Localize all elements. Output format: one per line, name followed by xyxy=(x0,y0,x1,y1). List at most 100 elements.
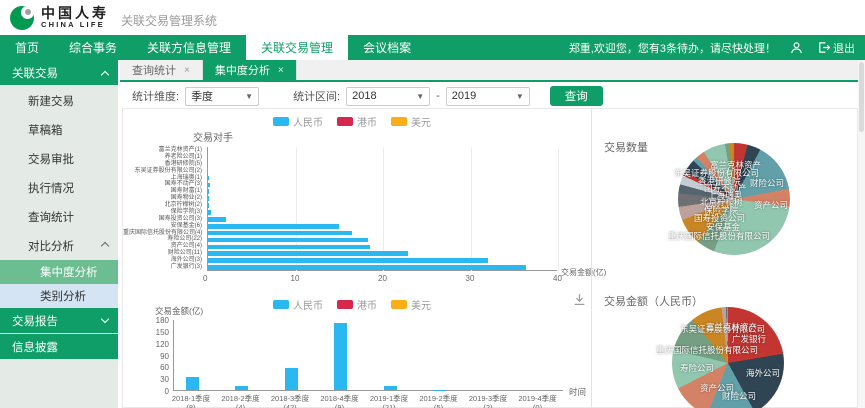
sidebar-item-集中度分析[interactable]: 集中度分析 xyxy=(0,260,118,284)
nav-right: 郑重,欢迎您，您有3条待办，请尽快处理！ 退出 xyxy=(569,35,865,60)
range-to-select[interactable]: 2019 ▼ xyxy=(446,87,530,106)
pie-chart-transaction-count[interactable]: 富兰克林资产东吴证券股份有限公司香港研修院国寿不动产上海瑞奥北京柠檬树保险学院国… xyxy=(678,143,790,255)
hbar-xtick: 10 xyxy=(291,274,300,283)
scrollbar[interactable] xyxy=(858,60,865,408)
sidebar-item-对比分析[interactable]: 对比分析 xyxy=(0,231,118,260)
legend-item-人民币[interactable]: 人民币 xyxy=(273,297,323,312)
app-header: 中国人寿 CHINA LIFE 关联交易管理系统 xyxy=(0,0,865,35)
vbar-category: 2019-1季度(21) xyxy=(361,394,417,408)
tab-查询统计[interactable]: 查询统计 × xyxy=(120,60,203,80)
pie-label-海外公司: 海外公司 xyxy=(746,367,780,379)
pie-label-寿险公司: 寿险公司 xyxy=(680,362,714,374)
vbar-bar-2018-1季度[interactable] xyxy=(186,377,199,390)
vbar-category: 2018-1季度(8) xyxy=(163,394,219,408)
dimension-select[interactable]: 季度▼ xyxy=(185,87,259,106)
logout-button[interactable]: 退出 xyxy=(817,40,855,56)
sidebar-item-执行情况[interactable]: 执行情况 xyxy=(0,173,118,202)
legend-swatch xyxy=(391,117,407,126)
nav-items: 首页综合事务关联方信息管理关联交易管理会议档案 xyxy=(0,35,426,60)
brand: 中国人寿 CHINA LIFE xyxy=(41,6,109,29)
pie-label-资产公司: 资产公司 xyxy=(754,199,788,211)
sidebar-item-类别分析[interactable]: 类别分析 xyxy=(0,284,118,308)
chinalife-logo-icon xyxy=(10,6,34,30)
nav-item-关联方信息管理[interactable]: 关联方信息管理 xyxy=(132,35,246,60)
legend-item-人民币[interactable]: 人民币 xyxy=(273,114,323,129)
vbar-bar-2018-3季度[interactable] xyxy=(285,368,298,390)
legend-swatch xyxy=(337,300,353,309)
legend-swatch xyxy=(273,117,289,126)
hbar-bar-安保基金(6)[interactable] xyxy=(208,224,339,229)
hbar-bar-财险公司(11)[interactable] xyxy=(208,251,408,256)
vbar-ytick: 180 xyxy=(149,316,169,325)
hbar-bar-北京柠檬树(2)[interactable] xyxy=(208,203,209,208)
hbar-bar-国寿财富(1)[interactable] xyxy=(208,189,209,194)
sidebar-item-信息披露[interactable]: 信息披露 xyxy=(0,334,118,359)
legend-swatch xyxy=(391,300,407,309)
vbar-ytick: 30 xyxy=(149,375,169,384)
tab-bar: 查询统计×集中度分析× xyxy=(120,60,865,82)
main-content: 查询统计×集中度分析× 统计维度: 季度▼ 统计区间: 2018▼ - 2019… xyxy=(120,60,865,408)
vbar-bar-2019-1季度[interactable] xyxy=(384,386,397,390)
dimension-label: 统计维度: xyxy=(132,88,179,104)
hbar-bar-资产公司(4)[interactable] xyxy=(208,245,370,250)
vbar-ytick: 150 xyxy=(149,328,169,337)
range-from-select[interactable]: 2018▼ xyxy=(346,87,430,106)
hbar-bar-国寿不动产(3)[interactable] xyxy=(208,183,210,188)
nav-item-综合事务[interactable]: 综合事务 xyxy=(54,35,132,60)
tab-集中度分析[interactable]: 集中度分析× xyxy=(203,60,297,80)
chevron-down-icon xyxy=(101,315,109,323)
vbar-plot xyxy=(173,320,563,391)
person-icon xyxy=(790,41,803,54)
download-chart-button[interactable] xyxy=(573,293,586,311)
hbar-category: 养老险公司(1) xyxy=(123,154,205,161)
legend-item-美元[interactable]: 美元 xyxy=(391,114,431,129)
close-icon[interactable]: × xyxy=(184,65,190,76)
nav-item-首页[interactable]: 首页 xyxy=(0,35,54,60)
hbar-category: 北京柠檬树(2) xyxy=(123,202,205,209)
pie2-title: 交易金额（人民币） xyxy=(604,293,703,309)
sidebar-item-新建交易[interactable]: 新建交易 xyxy=(0,86,118,115)
hbar-category: 国寿物业(2) xyxy=(123,195,205,202)
legend-item-美元[interactable]: 美元 xyxy=(391,297,431,312)
sidebar-item-关联交易[interactable]: 关联交易 xyxy=(0,60,118,85)
nav-item-会议档案[interactable]: 会议档案 xyxy=(348,35,426,60)
hbar-bar-海外公司(3)[interactable] xyxy=(208,258,488,263)
close-icon[interactable]: × xyxy=(278,65,284,76)
hbar-bar-上海瑞奥(1)[interactable] xyxy=(208,176,209,181)
vbar-ytick: 120 xyxy=(149,340,169,349)
download-icon xyxy=(573,293,586,306)
pie-label-重庆国际信托股份有限公司: 重庆国际信托股份有限公司 xyxy=(656,344,758,356)
legend-swatch xyxy=(273,300,289,309)
legend-item-港币[interactable]: 港币 xyxy=(337,297,377,312)
legend-item-港币[interactable]: 港币 xyxy=(337,114,377,129)
sidebar-item-交易审批[interactable]: 交易审批 xyxy=(0,144,118,173)
tab-label: 查询统计 xyxy=(132,62,176,78)
sidebar-item-查询统计[interactable]: 查询统计 xyxy=(0,202,118,231)
brand-en: CHINA LIFE xyxy=(41,21,109,29)
nav-item-关联交易管理[interactable]: 关联交易管理 xyxy=(246,35,348,60)
hbar-bar-保险学院(3)[interactable] xyxy=(208,210,211,215)
hbar-bar-国寿投资公司(3)[interactable] xyxy=(208,217,226,222)
hbar-category: 国寿投资公司(3) xyxy=(123,216,205,223)
pie-chart-transaction-amount[interactable]: 东吴证券股份有限公司富兰克林资产广发银行重庆国际信托股份有限公司寿险公司资产公司… xyxy=(672,307,784,408)
hbar-bar-重庆国际信托股份有限公司(4)[interactable] xyxy=(208,231,352,236)
hbar-bar-国寿物业(2)[interactable] xyxy=(208,196,209,201)
range-to-value: 2019 xyxy=(452,90,476,102)
hbar-category: 香港研修院(5) xyxy=(123,161,205,168)
hbar-category: 富兰克林资产(1) xyxy=(123,147,205,154)
sidebar-item-交易报告[interactable]: 交易报告 xyxy=(0,308,118,333)
chevron-down-icon: ▼ xyxy=(416,92,424,101)
scrollbar-thumb[interactable] xyxy=(859,62,864,132)
search-button[interactable]: 查询 xyxy=(550,86,603,106)
sidebar-item-草稿箱[interactable]: 草稿箱 xyxy=(0,115,118,144)
legend-swatch xyxy=(337,117,353,126)
hbar-bar-广发银行(3)[interactable] xyxy=(208,265,526,270)
hbar-bar-寿险公司(22)[interactable] xyxy=(208,238,368,243)
vbar-bar-2018-4季度[interactable] xyxy=(334,323,347,390)
vbar-bar-2018-2季度[interactable] xyxy=(235,386,248,390)
user-icon[interactable] xyxy=(790,41,803,54)
vbar-xlabel: 时间 xyxy=(569,386,586,398)
welcome-message: 郑重,欢迎您，您有3条待办，请尽快处理！ xyxy=(569,40,776,56)
chevron-down-icon: ▼ xyxy=(516,92,524,101)
hbar-xtick: 0 xyxy=(203,274,207,283)
